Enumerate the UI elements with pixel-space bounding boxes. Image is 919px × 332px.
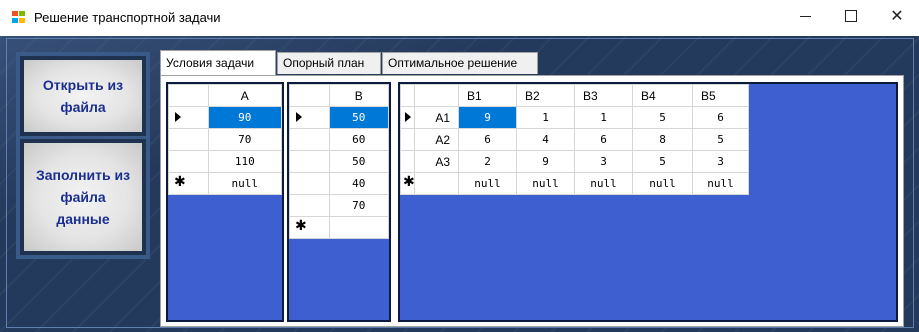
- current-row-icon: [296, 112, 302, 122]
- tab-conditions[interactable]: Условия задачи: [160, 50, 276, 75]
- row-label: A2: [414, 128, 459, 151]
- cost-matrix-table: B1 B2 B3 B4 B5 A1 9 1 1 5 6 A2 6 4 6 8 5…: [400, 84, 749, 195]
- row-header[interactable]: [289, 194, 330, 217]
- row-label-header: [414, 84, 459, 107]
- row-label: A3: [414, 150, 459, 173]
- tab-optimal-solution[interactable]: Оптимальное решение: [382, 52, 538, 74]
- row-label: [414, 172, 459, 195]
- cost-cell-new[interactable]: null: [458, 172, 517, 195]
- supply-table: A 90 70 110 ✱ null: [168, 84, 282, 195]
- corner-cell: [168, 84, 209, 107]
- current-row-icon: [175, 112, 181, 122]
- row-header-current[interactable]: [168, 106, 209, 129]
- column-header[interactable]: B2: [516, 84, 575, 107]
- corner-cell: [400, 84, 415, 107]
- column-header[interactable]: B5: [692, 84, 749, 107]
- demand-table: B 50 60 50 40 70 ✱: [289, 84, 389, 239]
- row-header-new[interactable]: ✱: [400, 172, 415, 195]
- cost-cell-new[interactable]: null: [574, 172, 633, 195]
- supply-cell[interactable]: 110: [207, 150, 282, 173]
- column-header-b[interactable]: B: [328, 84, 389, 107]
- close-icon: ✕: [890, 8, 904, 25]
- row-header[interactable]: [289, 172, 330, 195]
- demand-cell[interactable]: 40: [328, 172, 389, 195]
- row-label: A1: [414, 106, 459, 129]
- row-header[interactable]: [400, 128, 415, 151]
- minimize-icon: [799, 15, 811, 17]
- current-row-icon: [405, 112, 411, 122]
- cost-cell[interactable]: 2: [458, 150, 517, 173]
- close-button[interactable]: ✕: [874, 0, 919, 32]
- demand-cell[interactable]: 60: [328, 128, 389, 151]
- cost-matrix-grid[interactable]: B1 B2 B3 B4 B5 A1 9 1 1 5 6 A2 6 4 6 8 5…: [398, 82, 898, 322]
- cost-cell[interactable]: 5: [632, 150, 693, 173]
- column-header-a[interactable]: A: [207, 84, 282, 107]
- app-icon: [12, 11, 26, 24]
- column-header[interactable]: B1: [458, 84, 517, 107]
- maximize-button[interactable]: [828, 0, 874, 32]
- minimize-button[interactable]: [782, 0, 828, 32]
- supply-cell[interactable]: 70: [207, 128, 282, 151]
- cost-cell[interactable]: 6: [458, 128, 517, 151]
- column-header[interactable]: B4: [632, 84, 693, 107]
- cost-cell[interactable]: 5: [692, 128, 749, 151]
- cost-cell[interactable]: 1: [516, 106, 575, 129]
- cost-cell[interactable]: 5: [632, 106, 693, 129]
- cost-cell[interactable]: 9: [458, 106, 517, 129]
- row-header[interactable]: [289, 128, 330, 151]
- corner-cell: [289, 84, 330, 107]
- new-row-icon: ✱: [403, 174, 415, 190]
- cost-cell[interactable]: 1: [574, 106, 633, 129]
- supply-cell-new[interactable]: null: [207, 172, 282, 195]
- cost-cell[interactable]: 6: [692, 106, 749, 129]
- demand-cell-new[interactable]: [328, 216, 389, 239]
- maximize-icon: [845, 10, 857, 22]
- cost-cell[interactable]: 8: [632, 128, 693, 151]
- cost-cell[interactable]: 4: [516, 128, 575, 151]
- cost-cell-new[interactable]: null: [692, 172, 749, 195]
- fill-from-file-button[interactable]: Заполнить из файла данные: [20, 139, 146, 255]
- cost-cell[interactable]: 3: [692, 150, 749, 173]
- row-header-current[interactable]: [289, 106, 330, 129]
- cost-cell-new[interactable]: null: [632, 172, 693, 195]
- column-header[interactable]: B3: [574, 84, 633, 107]
- row-header[interactable]: [289, 150, 330, 173]
- row-header[interactable]: [168, 128, 209, 151]
- supply-cell[interactable]: 90: [207, 106, 282, 129]
- new-row-icon: ✱: [295, 218, 307, 234]
- open-file-button[interactable]: Открыть из файла: [20, 56, 146, 136]
- tab-basic-plan[interactable]: Опорный план: [277, 52, 381, 74]
- demand-cell[interactable]: 50: [328, 150, 389, 173]
- window-title: Решение транспортной задачи: [34, 10, 221, 25]
- cost-cell[interactable]: 3: [574, 150, 633, 173]
- new-row-icon: ✱: [174, 174, 186, 190]
- row-header-new[interactable]: ✱: [168, 172, 209, 195]
- cost-cell[interactable]: 6: [574, 128, 633, 151]
- demand-grid[interactable]: B 50 60 50 40 70 ✱: [287, 82, 391, 322]
- row-header[interactable]: [400, 150, 415, 173]
- title-bar: Решение транспортной задачи ✕: [0, 0, 919, 36]
- row-header-new[interactable]: ✱: [289, 216, 330, 239]
- open-file-label: Открыть из файла: [42, 77, 124, 115]
- row-header[interactable]: [168, 150, 209, 173]
- demand-cell[interactable]: 70: [328, 194, 389, 217]
- cost-cell[interactable]: 9: [516, 150, 575, 173]
- fill-from-file-label: Заполнить из файла данные: [35, 167, 131, 227]
- demand-cell[interactable]: 50: [328, 106, 389, 129]
- row-header-current[interactable]: [400, 106, 415, 129]
- supply-grid[interactable]: A 90 70 110 ✱ null: [166, 82, 284, 322]
- cost-cell-new[interactable]: null: [516, 172, 575, 195]
